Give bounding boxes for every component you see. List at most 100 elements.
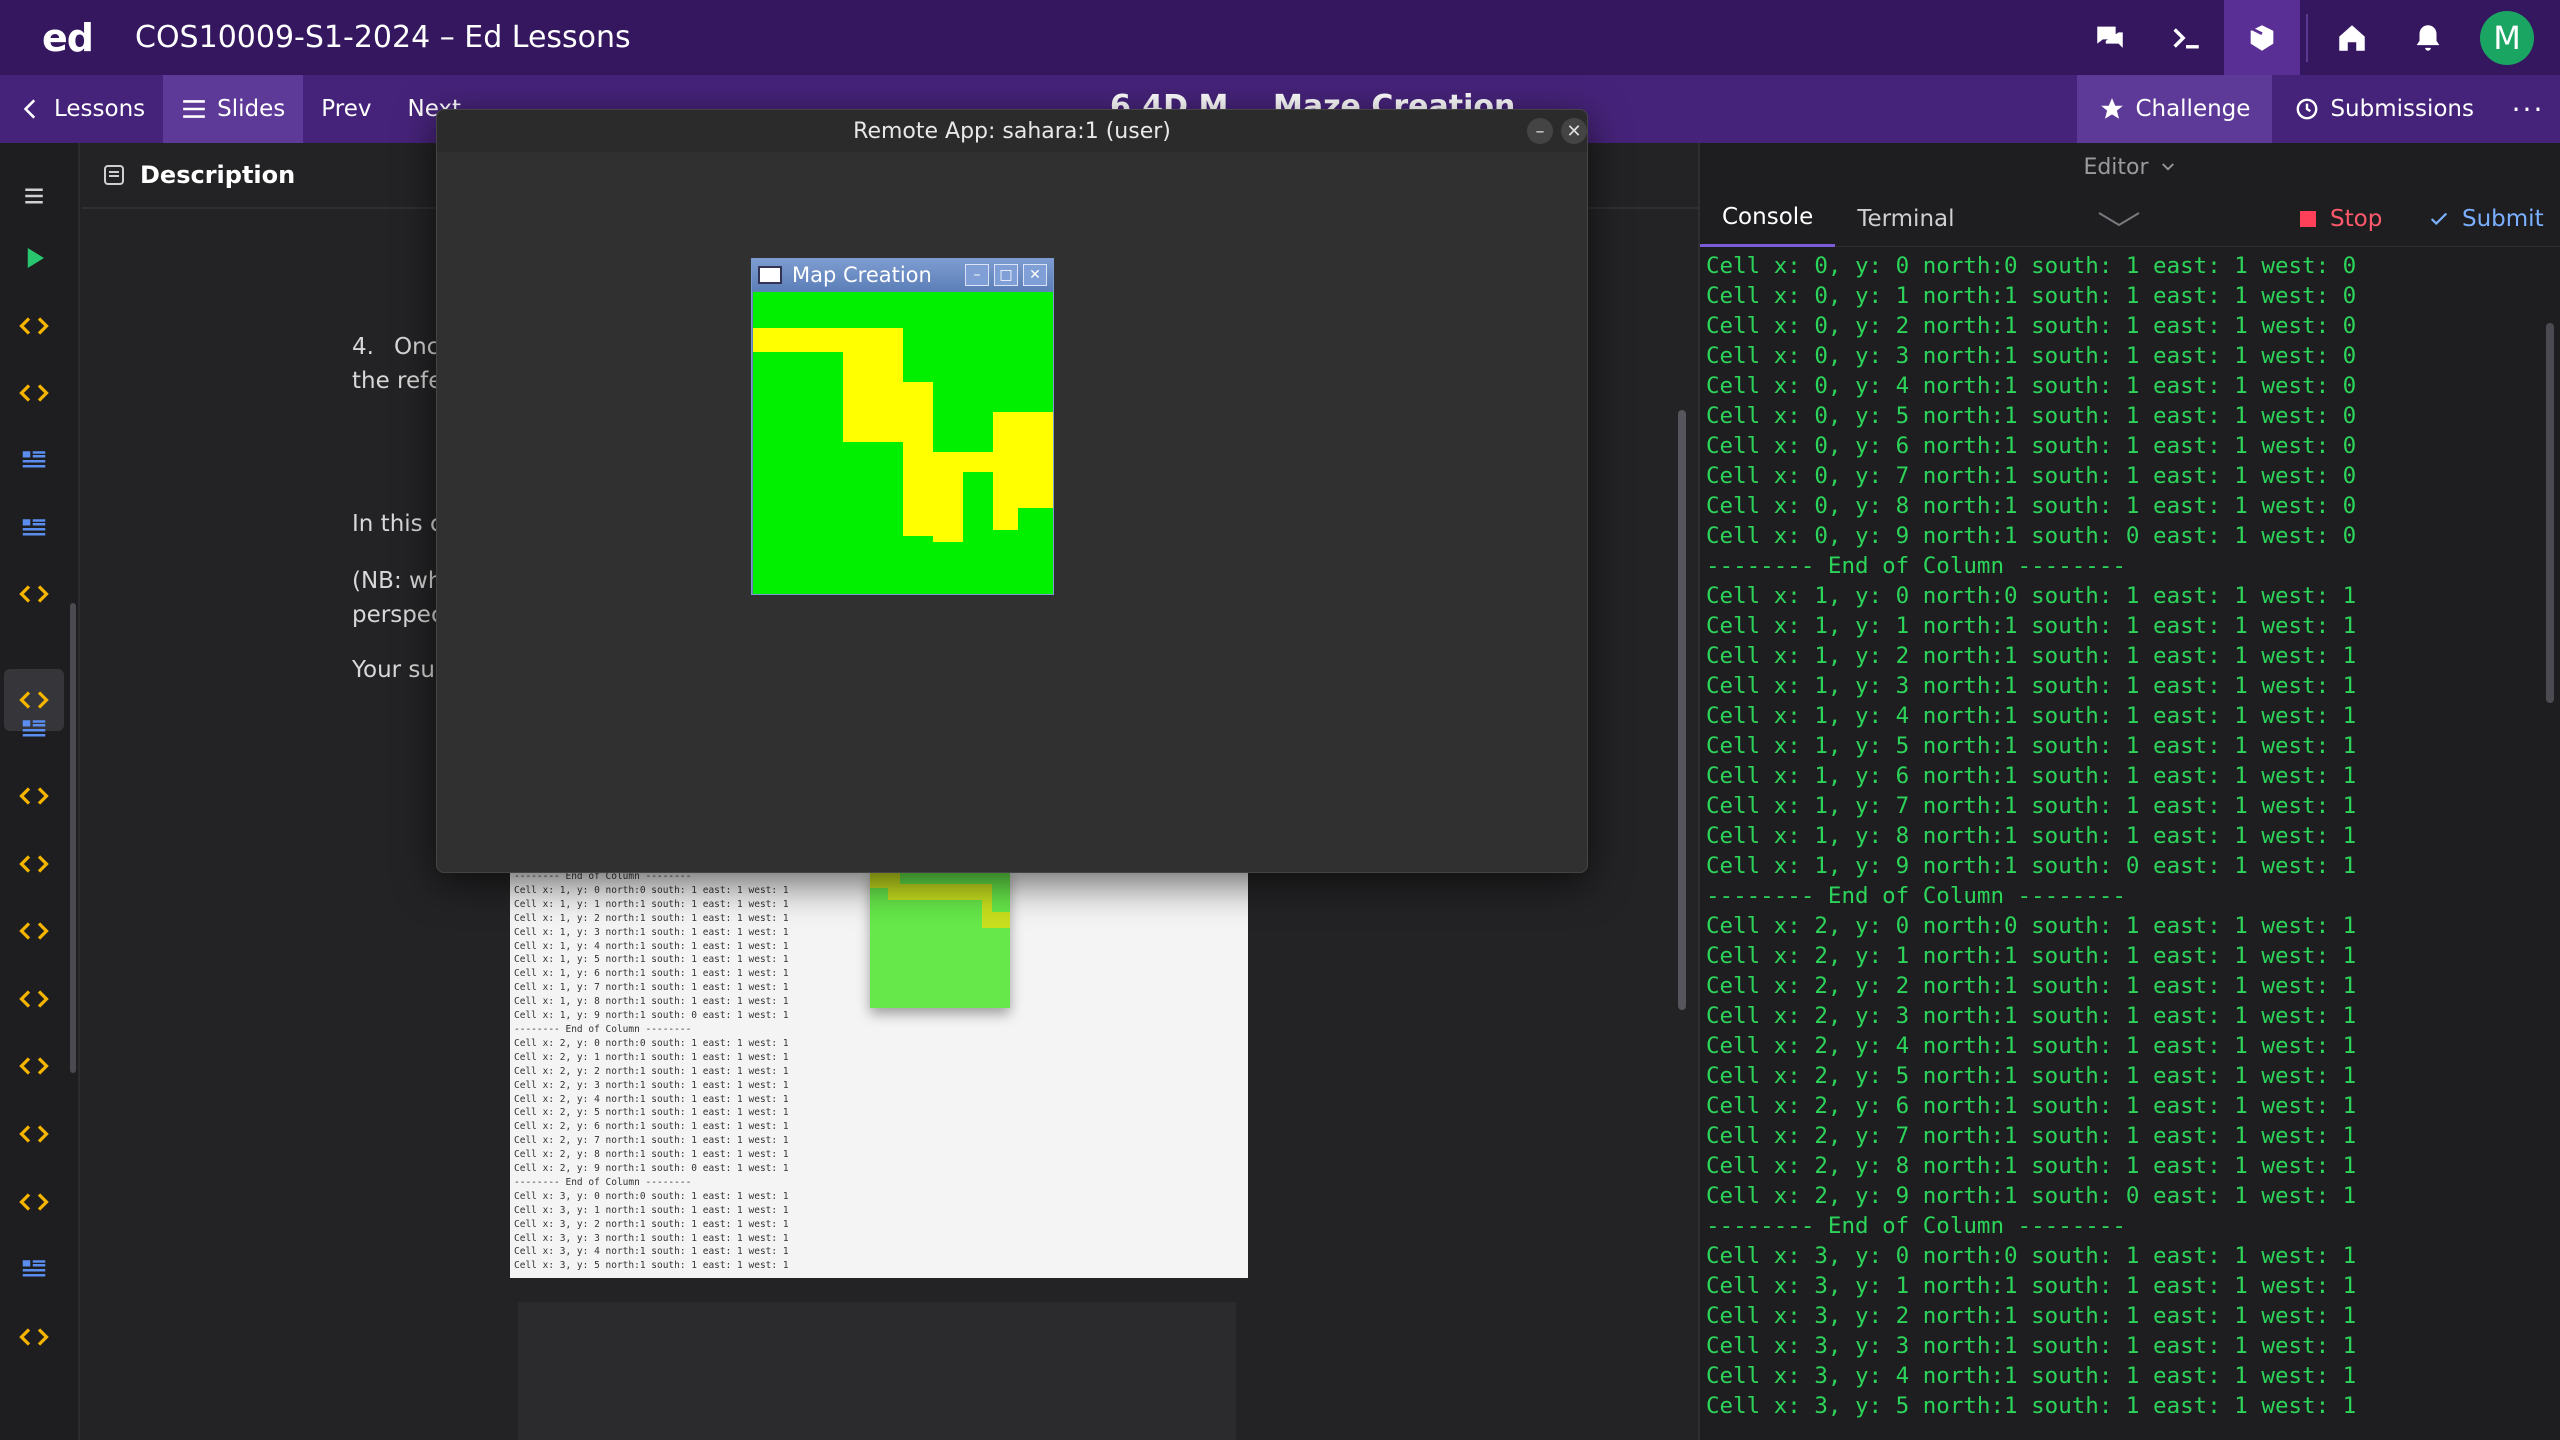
tab-console[interactable]: Console xyxy=(1700,191,1836,247)
top-icons: M xyxy=(2072,0,2560,75)
console-line: Cell x: 0, y: 0 north:0 south: 1 east: 1… xyxy=(1706,253,2357,279)
description-text: perspec xyxy=(352,602,444,628)
lessons-label: Lessons xyxy=(54,96,146,122)
slides-button[interactable]: Slides xyxy=(163,75,304,143)
prev-button[interactable]: Prev xyxy=(303,75,389,143)
console-line: Cell x: 1, y: 1 north:1 south: 1 east: 1… xyxy=(1706,613,2357,639)
document-slide-icon[interactable] xyxy=(0,1238,68,1300)
code-slide-icon[interactable] xyxy=(0,1035,68,1097)
play-icon[interactable] xyxy=(0,227,68,289)
code-slide-icon[interactable] xyxy=(0,362,68,424)
slide-rail xyxy=(0,143,80,1440)
description-text: 4. xyxy=(352,334,374,360)
editor-tabs: Console Terminal Stop Submit xyxy=(1700,191,2560,247)
console-line: Cell x: 1, y: 9 north:1 south: 0 east: 1… xyxy=(1706,853,2357,879)
console-line: Cell x: 3, y: 5 north:1 south: 1 east: 1… xyxy=(1706,1393,2357,1419)
menu-icon xyxy=(183,100,206,118)
remote-app-title: Remote App: sahara:1 (user) xyxy=(437,110,1587,152)
stop-button[interactable]: Stop xyxy=(2300,191,2382,247)
user-avatar[interactable]: M xyxy=(2480,10,2534,65)
maze-canvas[interactable] xyxy=(753,292,1053,594)
console-line: Cell x: 3, y: 2 north:1 south: 1 east: 1… xyxy=(1706,1303,2357,1329)
console-line: Cell x: 3, y: 1 north:1 south: 1 east: 1… xyxy=(1706,1273,2357,1299)
example-maze-thumbnail xyxy=(870,870,1010,1008)
document-slide-icon[interactable] xyxy=(0,698,68,760)
lessons-icon[interactable] xyxy=(2224,0,2300,75)
document-slide-icon[interactable] xyxy=(0,429,68,491)
code-slide-icon[interactable] xyxy=(0,1103,68,1165)
collapse-chevron-icon[interactable] xyxy=(2095,207,2143,231)
code-slide-icon[interactable] xyxy=(0,900,68,962)
code-slide-icon[interactable] xyxy=(0,1171,68,1233)
console-line: Cell x: 1, y: 0 north:0 south: 1 east: 1… xyxy=(1706,583,2357,609)
console-line: Cell x: 2, y: 1 north:1 south: 1 east: 1… xyxy=(1706,943,2357,969)
map-maximize-icon[interactable]: □ xyxy=(994,264,1018,286)
console-line: Cell x: 1, y: 7 north:1 south: 1 east: 1… xyxy=(1706,793,2357,819)
stop-label: Stop xyxy=(2330,206,2383,232)
console-line: Cell x: 2, y: 5 north:1 south: 1 east: 1… xyxy=(1706,1063,2357,1089)
lessons-back-button[interactable]: Lessons xyxy=(0,75,163,143)
description-text: In this c xyxy=(352,511,443,537)
console-output[interactable]: Cell x: 0, y: 0 north:0 south: 1 east: 1… xyxy=(1706,251,2546,1440)
code-slide-icon[interactable] xyxy=(0,765,68,827)
console-line: Cell x: 0, y: 3 north:1 south: 1 east: 1… xyxy=(1706,343,2357,369)
chevron-down-icon xyxy=(2161,163,2174,171)
history-icon xyxy=(2297,98,2318,120)
console-line: Cell x: 2, y: 4 north:1 south: 1 east: 1… xyxy=(1706,1033,2357,1059)
challenge-button[interactable]: Challenge xyxy=(2077,75,2273,143)
content-placeholder-box xyxy=(518,1302,1236,1440)
remote-close-button[interactable]: ✕ xyxy=(1561,118,1587,144)
console-line: Cell x: 1, y: 4 north:1 south: 1 east: 1… xyxy=(1706,703,2357,729)
console-scrollbar[interactable] xyxy=(2546,323,2554,703)
top-bar: ed COS10009-S1-2024 – Ed Lessons M xyxy=(0,0,2560,75)
course-title: COS10009-S1-2024 – Ed Lessons xyxy=(135,20,631,55)
code-slide-icon[interactable] xyxy=(0,968,68,1030)
home-icon[interactable] xyxy=(2314,0,2390,75)
editor-header[interactable]: Editor xyxy=(1700,143,2560,191)
console-line: Cell x: 2, y: 7 north:1 south: 1 east: 1… xyxy=(1706,1123,2357,1149)
map-minimize-icon[interactable]: – xyxy=(965,264,989,286)
rail-scrollbar[interactable] xyxy=(70,603,76,1073)
submit-button[interactable]: Submit xyxy=(2428,191,2544,247)
notifications-bell-icon[interactable] xyxy=(2390,0,2466,75)
chevron-left-icon xyxy=(23,99,36,119)
document-slide-icon[interactable] xyxy=(0,497,68,559)
console-line: -------- End of Column -------- xyxy=(1706,553,2126,579)
code-slide-icon[interactable] xyxy=(0,833,68,895)
stop-icon xyxy=(2300,211,2316,227)
console-line: Cell x: 0, y: 1 north:1 south: 1 east: 1… xyxy=(1706,283,2357,309)
hamburger-icon[interactable] xyxy=(0,165,68,227)
description-scrollbar[interactable] xyxy=(1678,410,1686,1010)
remote-minimize-button[interactable]: – xyxy=(1527,118,1553,144)
terminal-icon[interactable] xyxy=(2148,0,2224,75)
description-text: Onc xyxy=(394,334,440,360)
console-line: Cell x: 2, y: 3 north:1 south: 1 east: 1… xyxy=(1706,1003,2357,1029)
console-line: Cell x: 3, y: 0 north:0 south: 1 east: 1… xyxy=(1706,1243,2357,1269)
console-line: Cell x: 2, y: 8 north:1 south: 1 east: 1… xyxy=(1706,1153,2357,1179)
map-close-icon[interactable]: ✕ xyxy=(1023,264,1047,286)
top-separator xyxy=(2306,13,2308,62)
console-line: Cell x: 0, y: 9 north:1 south: 0 east: 1… xyxy=(1706,523,2357,549)
editor-panel: Editor Console Terminal Stop Submit Cell… xyxy=(1698,143,2560,1440)
editor-label: Editor xyxy=(2083,154,2149,180)
description-title: Description xyxy=(140,161,296,189)
console-line: Cell x: 0, y: 5 north:1 south: 1 east: 1… xyxy=(1706,403,2357,429)
example-output-image: -------- End of Column -------- Cell x: … xyxy=(510,870,1248,1278)
code-slide-icon[interactable] xyxy=(0,1306,68,1368)
submissions-button[interactable]: Submissions xyxy=(2272,75,2496,143)
console-line: Cell x: 2, y: 9 north:1 south: 0 east: 1… xyxy=(1706,1183,2357,1209)
code-slide-icon[interactable] xyxy=(0,295,68,357)
tab-terminal[interactable]: Terminal xyxy=(1835,191,1976,247)
more-options-button[interactable]: ··· xyxy=(2496,93,2560,126)
console-line: Cell x: 0, y: 7 north:1 south: 1 east: 1… xyxy=(1706,463,2357,489)
ed-logo[interactable]: ed xyxy=(0,16,135,60)
discussion-icon[interactable] xyxy=(2072,0,2148,75)
console-line: Cell x: 1, y: 3 north:1 south: 1 east: 1… xyxy=(1706,673,2357,699)
code-slide-icon[interactable] xyxy=(0,563,68,625)
description-text: the refe xyxy=(352,368,443,394)
console-line: Cell x: 0, y: 6 north:1 south: 1 east: 1… xyxy=(1706,433,2357,459)
window-app-icon xyxy=(758,266,782,284)
console-line: Cell x: 2, y: 2 north:1 south: 1 east: 1… xyxy=(1706,973,2357,999)
map-creation-window[interactable]: Map Creation – □ ✕ xyxy=(751,258,1054,595)
console-line: Cell x: 0, y: 2 north:1 south: 1 east: 1… xyxy=(1706,313,2357,339)
